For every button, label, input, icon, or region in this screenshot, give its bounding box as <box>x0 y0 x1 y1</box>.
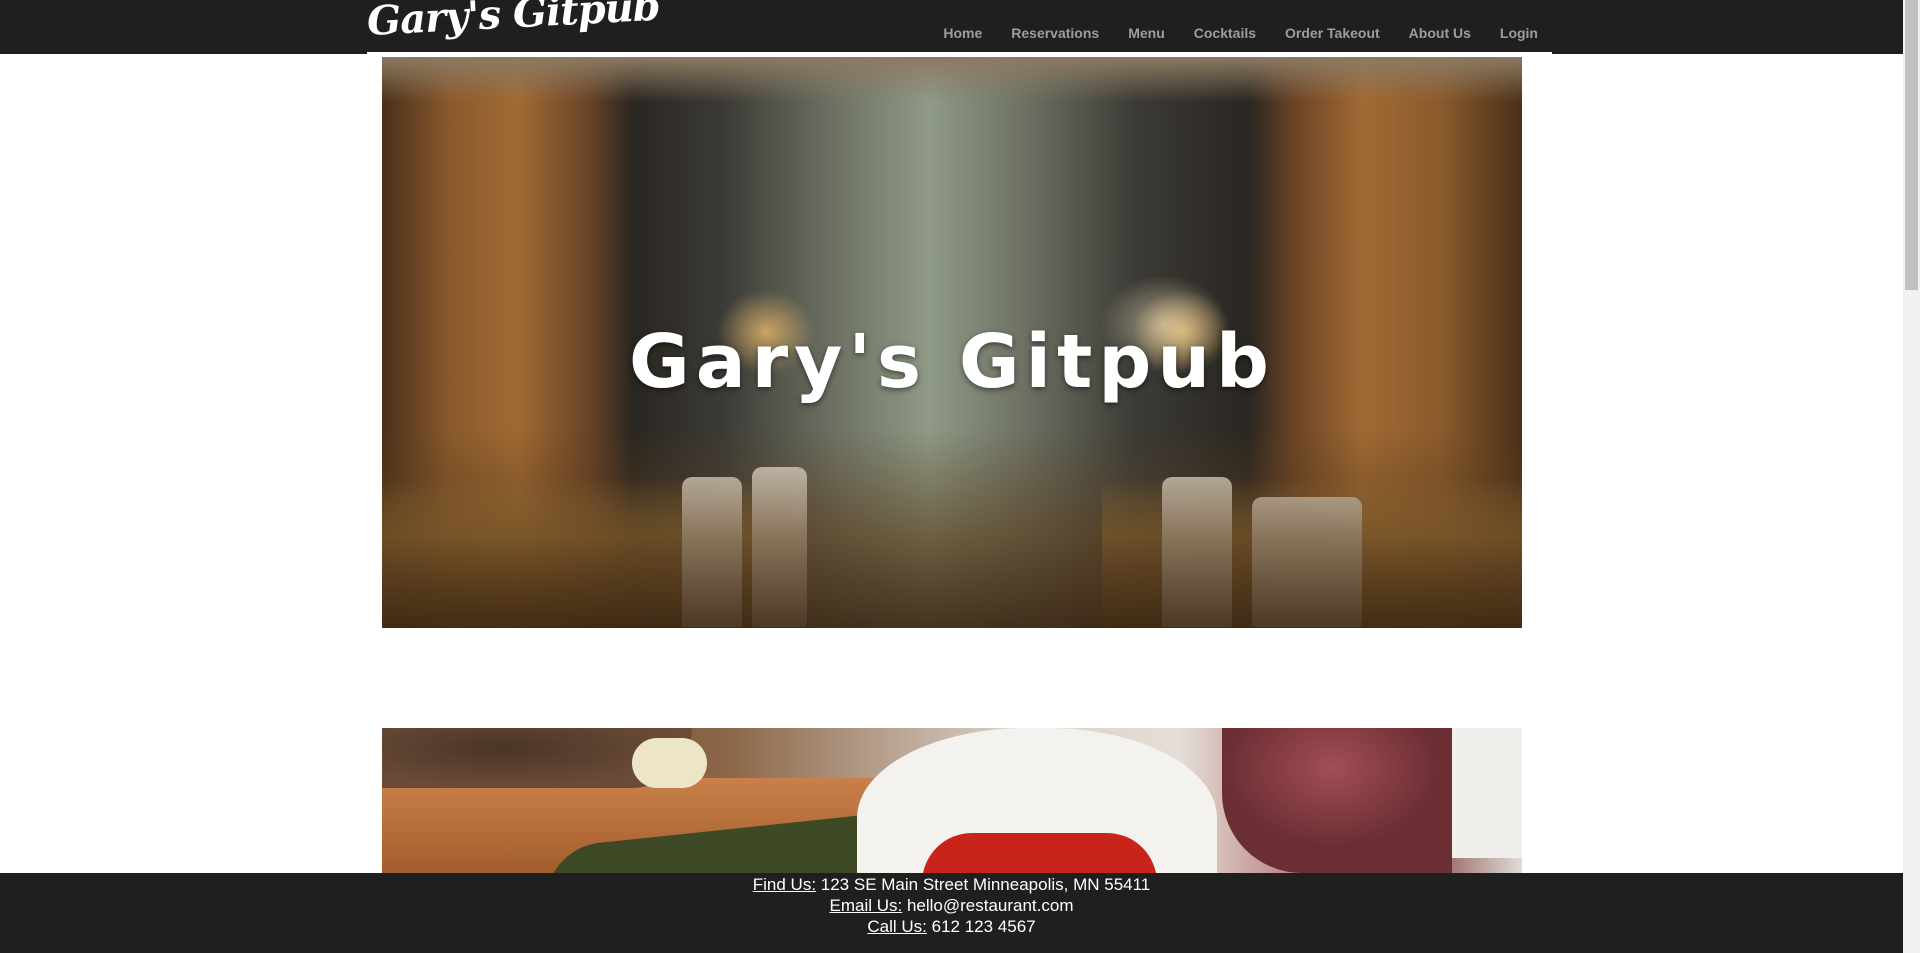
page: Gary's Gitpub Home Reservations Menu Coc… <box>0 0 1903 953</box>
email-text: hello@restaurant.com <box>902 896 1074 915</box>
address-text: 123 SE Main Street Minneapolis, MN 55411 <box>816 875 1151 894</box>
hero-table-left <box>382 478 802 628</box>
nav-link-menu[interactable]: Menu <box>1128 25 1165 41</box>
hero-chair <box>682 477 742 627</box>
food-ketchup <box>922 833 1157 873</box>
nav-link-order-takeout[interactable]: Order Takeout <box>1285 25 1380 41</box>
footer-call-us: Call Us: 612 123 4567 <box>0 916 1903 937</box>
footer-email-us: Email Us: hello@restaurant.com <box>0 895 1903 916</box>
hero-chair <box>752 467 807 627</box>
contact-footer: Find Us: 123 SE Main Street Minneapolis,… <box>0 873 1903 953</box>
scrollbar-thumb[interactable] <box>1905 0 1918 290</box>
food-cheese <box>632 738 707 788</box>
hero-title: Gary's Gitpub <box>629 319 1275 405</box>
food-meat <box>1222 728 1452 873</box>
nav-link-cocktails[interactable]: Cocktails <box>1194 25 1256 41</box>
nav-link-login[interactable]: Login <box>1500 25 1538 41</box>
phone-text: 612 123 4567 <box>926 917 1036 936</box>
footer-find-us: Find Us: 123 SE Main Street Minneapolis,… <box>0 874 1903 895</box>
hero-chair <box>1252 497 1362 627</box>
email-us-link[interactable]: Email Us: <box>829 896 902 915</box>
navbar-container: Gary's Gitpub Home Reservations Menu Coc… <box>366 0 1552 54</box>
find-us-link[interactable]: Find Us: <box>753 875 816 894</box>
call-us-link[interactable]: Call Us: <box>867 917 927 936</box>
nav-link-about-us[interactable]: About Us <box>1409 25 1471 41</box>
nav-link-reservations[interactable]: Reservations <box>1011 25 1099 41</box>
vertical-scrollbar[interactable] <box>1903 0 1920 953</box>
hero-table-right <box>1102 478 1522 628</box>
top-navbar: Gary's Gitpub Home Reservations Menu Coc… <box>0 0 1903 54</box>
food-image <box>382 728 1522 873</box>
nav-menu: Home Reservations Menu Cocktails Order T… <box>943 25 1538 41</box>
brand-logo[interactable]: Gary's Gitpub <box>366 0 661 45</box>
hero-chair <box>1162 477 1232 627</box>
food-jar <box>1452 728 1522 858</box>
hero-restaurant-image: Gary's Gitpub <box>382 57 1522 628</box>
nav-link-home[interactable]: Home <box>943 25 982 41</box>
